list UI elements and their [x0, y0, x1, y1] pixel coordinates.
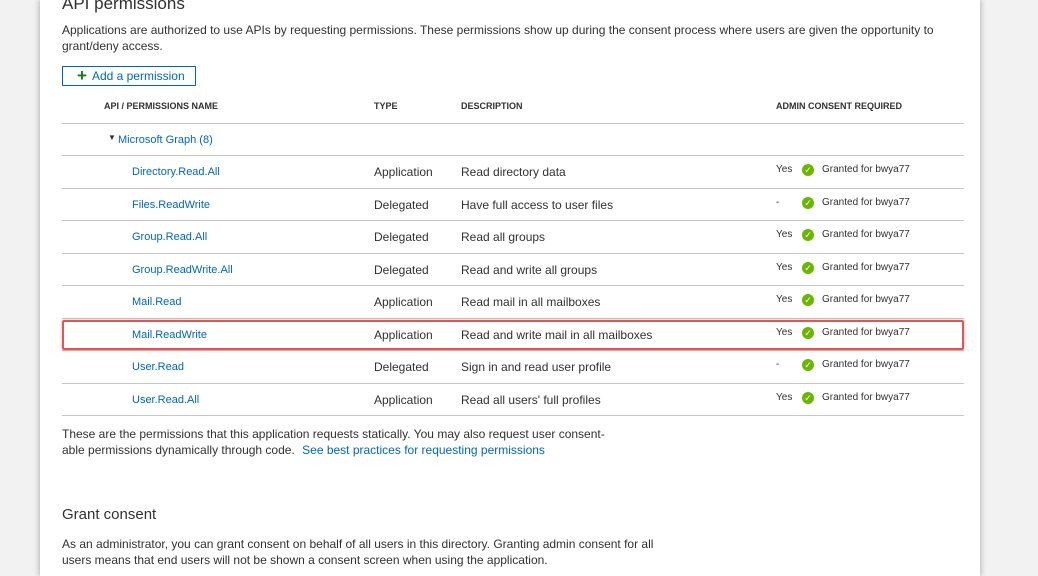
check-circle-icon: ✓ — [802, 391, 814, 404]
footer-note: These are the permissions that this appl… — [62, 426, 682, 458]
permission-description: Sign in and read user profile — [461, 360, 612, 374]
consent-status: Granted for bwya77 — [822, 196, 910, 208]
permission-type: Application — [374, 295, 433, 309]
consent-status: Granted for bwya77 — [822, 326, 910, 338]
permission-description: Read and write all groups — [461, 262, 598, 277]
table-row[interactable]: User.Read.All Application Read all users' … — [62, 384, 964, 416]
permission-name[interactable]: Directory.Read.All — [132, 166, 220, 178]
permission-name[interactable]: User.Read.All — [132, 394, 199, 406]
grant-consent-title: Grant consent — [62, 506, 157, 523]
consent-status: Granted for bwya77 — [822, 164, 910, 175]
permission-name[interactable]: Group.Read.All — [132, 231, 207, 243]
caret-down-icon[interactable]: ▼ — [108, 133, 116, 142]
consent-status: Granted for bwya77 — [822, 359, 910, 370]
check-circle-icon: ✓ — [802, 229, 814, 241]
permission-type: Application — [374, 327, 433, 342]
footer-note-line2: able permissions dynamically through cod… — [62, 443, 295, 457]
check-circle-icon: ✓ — [802, 164, 814, 176]
header-admin-consent[interactable]: ADMIN CONSENT REQUIRED — [776, 101, 902, 111]
check-circle-icon: ✓ — [802, 326, 814, 339]
table-header: API / PERMISSIONS NAME TYPE DESCRIPTION … — [62, 92, 964, 124]
header-description[interactable]: DESCRIPTION — [461, 101, 523, 111]
admin-consent-value: Yes — [776, 164, 793, 175]
admin-consent-value: Yes — [776, 326, 793, 338]
page-title: API permissions — [62, 0, 185, 13]
check-circle-icon: ✓ — [802, 294, 814, 306]
consent-status: Granted for bwya77 — [822, 261, 910, 273]
permission-type: Delegated — [374, 230, 429, 244]
group-row-microsoft-graph[interactable]: ▼ Microsoft Graph (8) — [62, 124, 964, 156]
check-circle-icon: ✓ — [802, 261, 814, 274]
permission-name[interactable]: Files.ReadWrite — [132, 199, 210, 211]
admin-consent-value: - — [776, 359, 780, 370]
permission-description: Read all groups — [461, 230, 546, 244]
permission-description: Read all users' full profiles — [461, 392, 601, 407]
permission-description: Read directory data — [461, 165, 566, 179]
admin-consent-value: Yes — [776, 261, 793, 273]
permission-type: Application — [374, 165, 433, 179]
table-row[interactable]: User.Read Delegated Sign in and read user … — [62, 351, 964, 384]
section-description: Applications are authorized to use APIs … — [62, 23, 934, 53]
consent-status: Granted for bwya77 — [822, 294, 910, 305]
grant-consent-description: As an administrator, you can grant conse… — [62, 536, 762, 568]
permission-name[interactable]: Group.ReadWrite.All — [132, 264, 233, 276]
permission-type: Delegated — [374, 197, 429, 212]
plus-icon: + — [77, 66, 87, 85]
check-circle-icon: ✓ — [802, 359, 814, 371]
add-permission-label: Add a permission — [91, 69, 185, 83]
grant-consent-line1: As an administrator, you can grant conse… — [62, 537, 654, 551]
grant-consent-line2: users means that end users will not be s… — [62, 553, 548, 567]
permissions-table: API / PERMISSIONS NAME TYPE DESCRIPTION … — [62, 92, 964, 416]
table-row[interactable]: Directory.Read.All Application Read direct… — [62, 156, 964, 189]
table-row[interactable]: Files.ReadWrite Delegated Have full access… — [62, 189, 964, 221]
consent-status: Granted for bwya77 — [822, 229, 910, 240]
add-permission-button[interactable]: + Add a permission — [62, 66, 196, 86]
permission-type: Delegated — [374, 360, 429, 374]
permission-name[interactable]: Mail.ReadWrite — [132, 329, 207, 341]
permission-name[interactable]: User.Read — [132, 361, 184, 373]
header-name[interactable]: API / PERMISSIONS NAME — [104, 101, 218, 111]
permission-name[interactable]: Mail.Read — [132, 296, 182, 308]
permission-description: Read mail in all mailboxes — [461, 295, 601, 309]
admin-consent-value: - — [776, 196, 780, 208]
admin-consent-value: Yes — [776, 229, 793, 240]
table-row[interactable]: Group.Read.All Delegated Read all groups Ye… — [62, 221, 964, 254]
permission-description: Have full access to user files — [461, 197, 614, 212]
permission-type: Application — [374, 392, 433, 407]
admin-consent-value: Yes — [776, 391, 793, 403]
header-type[interactable]: TYPE — [374, 101, 398, 111]
table-row[interactable]: Group.ReadWrite.All Delegated Read and wri… — [62, 254, 964, 286]
permission-type: Delegated — [374, 262, 429, 277]
permission-description: Read and write mail in all mailboxes — [461, 327, 653, 342]
consent-status: Granted for bwya77 — [822, 391, 910, 403]
group-name[interactable]: Microsoft Graph (8) — [118, 134, 213, 146]
admin-consent-value: Yes — [776, 294, 793, 305]
footer-note-line1: These are the permissions that this appl… — [62, 427, 605, 441]
table-row[interactable]: Mail.Read Application Read mail in all mai… — [62, 286, 964, 319]
best-practices-link[interactable]: See best practices for requesting permis… — [302, 443, 545, 457]
check-circle-icon: ✓ — [802, 196, 814, 209]
table-row[interactable]: Mail.ReadWrite Application Read and write … — [62, 319, 964, 351]
api-permissions-panel: API permissions Applications are authori… — [40, 0, 980, 576]
